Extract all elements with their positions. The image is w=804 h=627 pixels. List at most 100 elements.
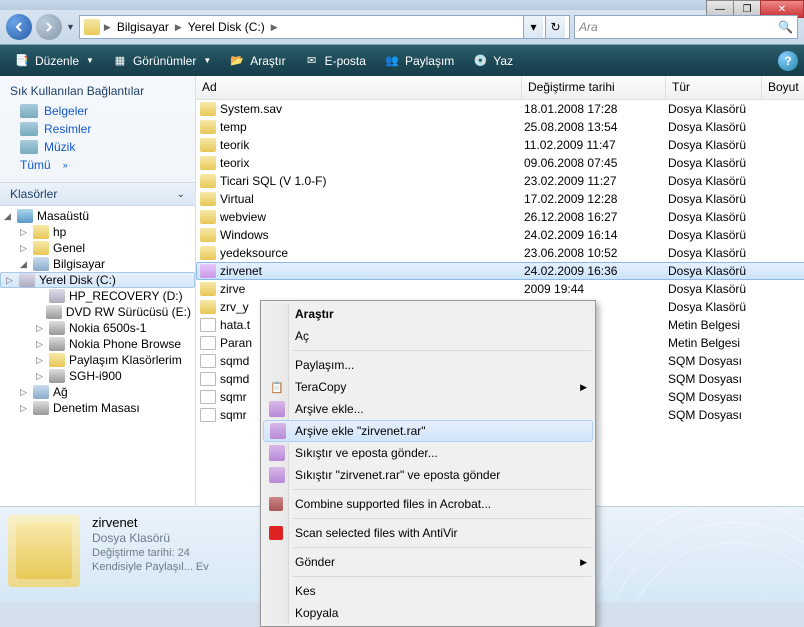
chevron-right-icon[interactable]: ▶ [104,22,111,33]
cm-label: TeraCopy [295,380,346,394]
collapse-icon[interactable]: ◢ [18,259,29,270]
file-row[interactable]: Virtual17.02.2009 12:28Dosya Klasörü [196,190,804,208]
cm-label: Sıkıştır "zirvenet.rar" ve eposta gönder [295,468,500,482]
tree-control-panel[interactable]: ▷Denetim Masası [0,400,195,416]
views-label: Görünümler [133,54,196,68]
tree-computer[interactable]: ◢Bilgisayar [0,256,195,272]
tree-genel[interactable]: ▷Genel [0,240,195,256]
fav-pictures[interactable]: Resimler [0,120,195,138]
cm-copy[interactable]: Kopyala [263,602,593,624]
refresh-button[interactable]: ↻ [545,16,565,38]
folders-header[interactable]: Klasörler ⌄ [0,182,195,206]
expand-icon[interactable]: ▷ [34,339,45,350]
file-row[interactable]: System.sav18.01.2008 17:28Dosya Klasörü [196,100,804,118]
back-button[interactable] [6,14,32,40]
fav-more[interactable]: Tümü» [0,156,195,174]
file-row[interactable]: teorik11.02.2009 11:47Dosya Klasörü [196,136,804,154]
file-name: Ticari SQL (V 1.0-F) [220,174,524,188]
collapse-icon[interactable]: ◢ [2,211,13,222]
tree-drive-c[interactable]: ▷Yerel Disk (C:) [0,272,195,288]
file-name: webview [220,210,524,224]
cm-add-archive-named[interactable]: Arşive ekle "zirvenet.rar" [263,420,593,442]
cm-compress-email[interactable]: Sıkıştır ve eposta gönder... [263,442,593,464]
email-button[interactable]: ✉ E-posta [296,50,374,72]
search-icon[interactable]: 🔍 [778,20,793,34]
burn-icon: 💿 [472,53,488,69]
device-icon [49,369,65,383]
explore-button[interactable]: 📂 Araştır [221,50,293,72]
expand-icon[interactable]: ▷ [34,355,45,366]
file-icon [200,390,216,404]
tree-shares[interactable]: ▷ Paylaşım Klasörlerim [0,352,195,368]
file-date: 2009 19:44 [524,282,668,296]
fav-documents[interactable]: Belgeler [0,102,195,120]
file-row[interactable]: teorix09.06.2008 07:45Dosya Klasörü [196,154,804,172]
breadcrumb-drive-c[interactable]: Yerel Disk (C:) [184,20,269,34]
forward-button[interactable] [36,14,62,40]
tree-hp[interactable]: ▷hp [0,224,195,240]
cm-cut[interactable]: Kes [263,580,593,602]
cm-sharing[interactable]: Paylaşım... [263,354,593,376]
file-row[interactable]: temp25.08.2008 13:54Dosya Klasörü [196,118,804,136]
tree-nokia-browser[interactable]: ▷Nokia Phone Browse [0,336,195,352]
cm-add-archive[interactable]: Arşive ekle... [263,398,593,420]
burn-button[interactable]: 💿 Yaz [464,50,521,72]
file-row[interactable]: Windows24.02.2009 16:14Dosya Klasörü [196,226,804,244]
breadcrumb-dropdown[interactable]: ▾ [523,16,543,38]
tree-drive-d[interactable]: HP_RECOVERY (D:) [0,288,195,304]
file-row[interactable]: yedeksource23.06.2008 10:52Dosya Klasörü [196,244,804,262]
expand-icon[interactable]: ▷ [18,243,29,254]
file-type: SQM Dosyası [668,354,764,368]
file-row[interactable]: zirvenet24.02.2009 16:36Dosya Klasörü [196,262,804,280]
file-icon [200,408,216,422]
col-size[interactable]: Boyut [762,76,804,99]
search-input[interactable]: Ara 🔍 [574,15,798,39]
tree-network[interactable]: ▷Ağ [0,384,195,400]
documents-icon [20,104,38,118]
chevron-right-icon[interactable]: ▶ [175,22,182,33]
file-row[interactable]: webview26.12.2008 16:27Dosya Klasörü [196,208,804,226]
antivir-icon [269,526,283,540]
cm-send[interactable]: Gönder▶ [263,551,593,573]
col-type[interactable]: Tür [666,76,762,99]
col-name[interactable]: Ad [196,76,522,99]
share-button[interactable]: 👥 Paylaşım [376,50,462,72]
drive-icon [19,273,35,287]
nav-row: ▼ ▶ Bilgisayar ▶ Yerel Disk (C:) ▶ ▾ ↻ A… [0,10,804,44]
tree-sgh[interactable]: ▷SGH-i900 [0,368,195,384]
chevron-right-icon[interactable]: ▶ [271,22,278,33]
explore-label: Araştır [250,54,285,68]
help-button[interactable]: ? [778,51,798,71]
expand-icon[interactable]: ▷ [34,371,45,382]
breadcrumb-computer[interactable]: Bilgisayar [113,20,173,34]
cm-teracopy[interactable]: 📋TeraCopy▶ [263,376,593,398]
expand-icon[interactable]: ▷ [18,403,29,414]
history-dropdown[interactable]: ▼ [66,22,75,32]
cm-compress-named-email[interactable]: Sıkıştır "zirvenet.rar" ve eposta gönder [263,464,593,486]
file-row[interactable]: zirve2009 19:44Dosya Klasörü [196,280,804,298]
cm-antivir[interactable]: Scan selected files with AntiVir [263,522,593,544]
expand-icon[interactable]: ▷ [34,323,45,334]
tree-desktop[interactable]: ◢Masaüstü [0,208,195,224]
file-row[interactable]: Ticari SQL (V 1.0-F)23.02.2009 11:27Dosy… [196,172,804,190]
folders-label: Klasörler [10,187,57,201]
breadcrumb[interactable]: ▶ Bilgisayar ▶ Yerel Disk (C:) ▶ ▾ ↻ [79,15,570,39]
cm-label: Paylaşım... [295,358,354,372]
cm-open[interactable]: Aç [263,325,593,347]
tree-label: Paylaşım Klasörlerim [69,353,182,367]
file-icon [200,372,216,386]
fav-music[interactable]: Müzik [0,138,195,156]
expand-icon[interactable]: ▷ [4,275,15,286]
expand-icon[interactable]: ▷ [18,387,29,398]
file-name: yedeksource [220,246,524,260]
decoration-swoosh [584,506,804,602]
organize-button[interactable]: 📑 Düzenle ▼ [6,50,102,72]
cm-explore[interactable]: Araştır [263,303,593,325]
views-button[interactable]: ▦ Görünümler ▼ [104,50,219,72]
cm-acrobat[interactable]: Combine supported files in Acrobat... [263,493,593,515]
col-date[interactable]: Değiştirme tarihi [522,76,666,99]
expand-icon[interactable]: ▷ [18,227,29,238]
tree-nokia6500[interactable]: ▷Nokia 6500s-1 [0,320,195,336]
menu-separator [293,489,591,490]
tree-dvd[interactable]: DVD RW Sürücüsü (E:) [0,304,195,320]
